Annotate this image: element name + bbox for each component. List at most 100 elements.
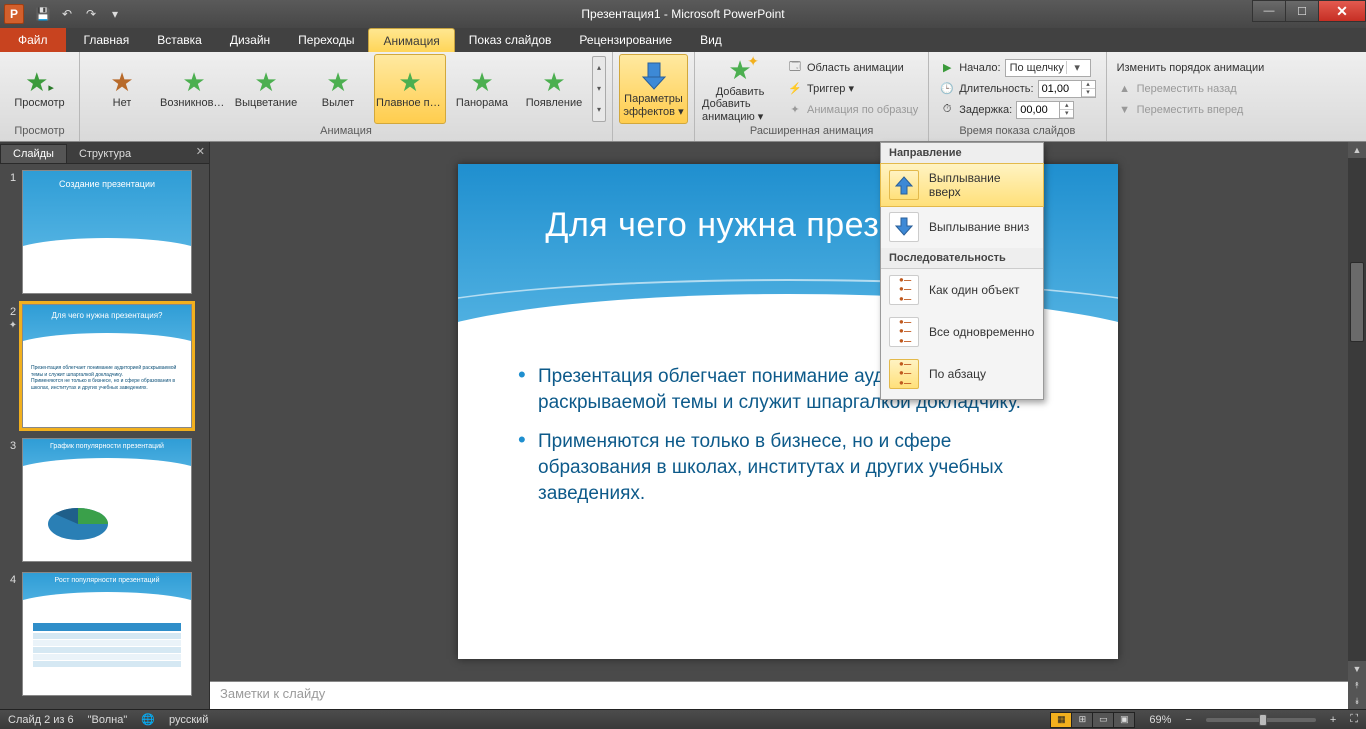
zoom-out-button[interactable]: − [1185, 714, 1191, 726]
animation-painter-label: Анимация по образцу [807, 104, 918, 116]
language-icon[interactable]: 🌐 [141, 713, 155, 726]
side-close-button[interactable]: ✕ [196, 145, 205, 158]
preview-icon: ★▸ [25, 69, 54, 95]
arrow-up-icon [889, 170, 919, 200]
anim-split[interactable]: ★Панорама [446, 54, 518, 124]
view-sorter-button[interactable]: ⊞ [1071, 712, 1093, 728]
pane-icon: 🗔 [787, 58, 803, 77]
anim-gallery-more[interactable]: ▴▾▾ [592, 56, 606, 122]
maximize-button[interactable]: ☐ [1285, 0, 1319, 22]
view-reading-button[interactable]: ▭ [1092, 712, 1114, 728]
anim-appear[interactable]: ★Возникнове... [158, 54, 230, 124]
thumb-body: Презентация облегчает понимание аудитори… [31, 365, 183, 391]
slide-thumb-3[interactable]: График популярности презентаций [22, 438, 192, 562]
dd-as-one[interactable]: ∙—∙—∙— Как один объект [881, 269, 1043, 311]
fit-window-button[interactable]: ⛶ [1350, 713, 1358, 726]
tab-view[interactable]: Вид [686, 28, 736, 52]
status-language[interactable]: русский [169, 714, 208, 726]
arrow-down-icon [637, 59, 671, 93]
side-tab-slides[interactable]: Слайды [0, 144, 67, 163]
delay-row: ⏱ Задержка: ▴▾ [935, 100, 1099, 120]
dd-float-up[interactable]: Выплывание вверх [881, 164, 1043, 206]
thumb-number: 1 [4, 170, 22, 294]
vertical-scrollbar[interactable]: ▲ ▼ ⯭ ⯯ [1348, 142, 1366, 709]
editor-area: Для чего нужна презентация? Презентация … [210, 142, 1366, 709]
delay-spinner[interactable]: ▴▾ [1016, 101, 1074, 119]
anim-fade[interactable]: ★Выцветание [230, 54, 302, 124]
effect-options-label2: эффектов ▾ [623, 105, 683, 118]
effect-options-button[interactable]: Параметры эффектов ▾ [619, 54, 688, 124]
prev-slide-button[interactable]: ⯭ [1348, 677, 1366, 693]
seq-para-icon: ∙—∙—∙— [889, 359, 919, 389]
dd-label: Выплывание вверх [929, 171, 1035, 199]
star-icon: ★ [398, 69, 421, 95]
close-button[interactable]: ✕ [1318, 0, 1366, 22]
seq-one-icon: ∙—∙—∙— [889, 275, 919, 305]
thumb-number: 4 [4, 572, 22, 696]
duration-spinner[interactable]: ▴▾ [1038, 80, 1096, 98]
dd-float-down[interactable]: Выплывание вниз [881, 206, 1043, 248]
preview-button[interactable]: ★▸ Просмотр [6, 54, 73, 124]
anim-wipe[interactable]: ★Появление [518, 54, 590, 124]
qat-redo-button[interactable]: ↷ [80, 3, 102, 25]
dd-all-at-once[interactable]: ∙—∙—∙— Все одновременно [881, 311, 1043, 353]
tab-animations[interactable]: Анимация [368, 28, 454, 52]
minimize-button[interactable]: — [1252, 0, 1286, 22]
zoom-in-button[interactable]: + [1330, 714, 1336, 726]
zoom-slider[interactable] [1206, 718, 1316, 722]
thumb-table [33, 623, 181, 667]
start-label: Начало: [959, 62, 1000, 74]
notes-pane[interactable]: Заметки к слайду [210, 681, 1366, 709]
scroll-thumb[interactable] [1350, 262, 1364, 342]
bullet-2[interactable]: Применяются не только в бизнесе, но и сф… [518, 429, 1068, 506]
tab-transitions[interactable]: Переходы [284, 28, 368, 52]
animation-painter-button[interactable]: ✦Анимация по образцу [783, 100, 922, 120]
tab-file[interactable]: Файл [0, 28, 66, 52]
anim-floatin[interactable]: ★Плавное пр... [374, 54, 446, 124]
view-normal-button[interactable]: ▦ [1050, 712, 1072, 728]
slide-thumb-4[interactable]: Рост популярности презентаций [22, 572, 192, 696]
anim-flyin[interactable]: ★Вылет [302, 54, 374, 124]
down-icon: ▼ [1117, 104, 1133, 116]
app-icon: P [4, 4, 24, 24]
move-later-button[interactable]: ▼Переместить вперед [1113, 100, 1269, 120]
animation-pane-button[interactable]: 🗔Область анимации [783, 58, 922, 78]
scroll-down-button[interactable]: ▼ [1348, 661, 1366, 677]
qat-customize-button[interactable]: ▾ [104, 3, 126, 25]
slide-thumb-1[interactable]: Создание презентации [22, 170, 192, 294]
qat-undo-button[interactable]: ↶ [56, 3, 78, 25]
side-tab-outline[interactable]: Структура [67, 145, 143, 163]
tab-slideshow[interactable]: Показ слайдов [455, 28, 566, 52]
star-icon: ★ [110, 69, 133, 95]
pie-chart-icon [43, 494, 123, 544]
tab-design[interactable]: Дизайн [216, 28, 284, 52]
effect-options-dropdown: Направление Выплывание вверх Выплывание … [880, 142, 1044, 400]
anim-indicator-icon: ✦ [9, 320, 17, 331]
status-slide: Слайд 2 из 6 [8, 714, 74, 726]
preview-label: Просмотр [14, 97, 64, 109]
anim-label: Выцветание [235, 97, 297, 109]
dd-by-paragraph[interactable]: ∙—∙—∙— По абзацу [881, 353, 1043, 399]
status-bar: Слайд 2 из 6 "Волна" 🌐 русский ▦ ⊞ ▭ ▣ 6… [0, 709, 1366, 729]
add-animation-button[interactable]: ★✦ Добавить Добавить анимацию ▾ [701, 54, 779, 124]
clock-icon: 🕒 [939, 82, 955, 95]
view-slideshow-button[interactable]: ▣ [1113, 712, 1135, 728]
next-slide-button[interactable]: ⯯ [1348, 693, 1366, 709]
slide-thumb-2[interactable]: Для чего нужна презентация? Презентация … [22, 304, 192, 428]
start-row: ▶ Начало: По щелчку▾ [935, 58, 1099, 78]
trigger-button[interactable]: ⚡Триггер ▾ [783, 79, 922, 99]
star-icon: ★ [182, 69, 205, 95]
delay-input[interactable] [1017, 104, 1059, 116]
canvas[interactable]: Для чего нужна презентация? Презентация … [210, 142, 1366, 681]
scroll-up-button[interactable]: ▲ [1348, 142, 1366, 158]
anim-none[interactable]: ★Нет [86, 54, 158, 124]
tab-insert[interactable]: Вставка [143, 28, 216, 52]
qat-save-button[interactable]: 💾 [32, 3, 54, 25]
start-combo[interactable]: По щелчку▾ [1005, 59, 1091, 77]
duration-input[interactable] [1039, 83, 1081, 95]
effect-options-label1: Параметры [624, 93, 683, 105]
tab-review[interactable]: Рецензирование [565, 28, 686, 52]
move-earlier-button[interactable]: ▲Переместить назад [1113, 79, 1269, 99]
tab-home[interactable]: Главная [70, 28, 144, 52]
group-reorder-label [1107, 125, 1366, 141]
